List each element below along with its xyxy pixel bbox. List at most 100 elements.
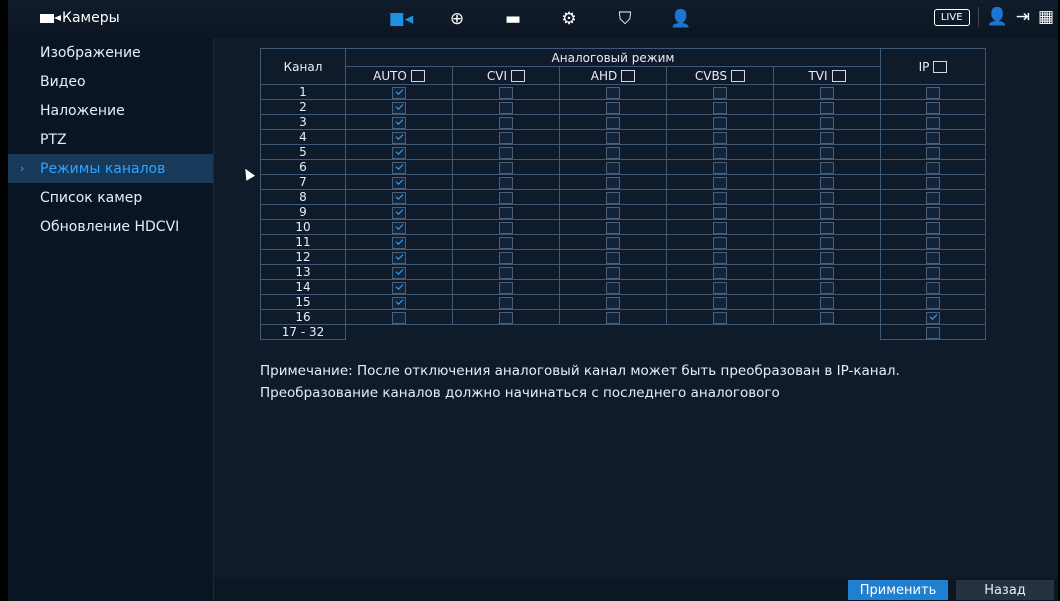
mode-checkbox[interactable] [499,206,513,219]
mode-select-all-checkbox[interactable] [731,70,746,82]
mode-checkbox[interactable] [820,221,834,234]
mode-checkbox[interactable] [820,101,834,114]
live-button[interactable]: LIVE [933,8,970,26]
sidebar-item-overlay[interactable]: Наложение [8,96,213,125]
mode-checkbox[interactable] [713,311,727,324]
mode-checkbox[interactable] [926,116,940,129]
mode-checkbox[interactable] [926,131,940,144]
mode-checkbox[interactable] [820,311,834,324]
mode-checkbox[interactable] [926,236,940,249]
network-icon[interactable]: ⊕ [440,6,474,32]
mode-checkbox[interactable] [820,281,834,294]
mode-checkbox[interactable] [926,191,940,204]
mode-checkbox[interactable] [499,116,513,129]
mode-checkbox[interactable] [820,296,834,309]
storage-icon[interactable]: ▬ [496,6,530,32]
mode-checkbox[interactable] [926,266,940,279]
mode-checkbox[interactable] [713,251,727,264]
mode-checkbox[interactable] [392,296,406,309]
mode-checkbox[interactable] [713,146,727,159]
camera-icon[interactable]: ■◂ [384,6,418,32]
mode-checkbox[interactable] [499,146,513,159]
mode-checkbox[interactable] [499,131,513,144]
mode-checkbox[interactable] [926,101,940,114]
mode-checkbox[interactable] [820,176,834,189]
mode-checkbox[interactable] [926,86,940,99]
mode-checkbox[interactable] [606,311,620,324]
mode-checkbox[interactable] [499,86,513,99]
sidebar-item-channel-modes[interactable]: › Режимы каналов [8,154,213,183]
mode-checkbox[interactable] [820,131,834,144]
mode-select-all-checkbox[interactable] [511,70,526,82]
mode-checkbox[interactable] [392,206,406,219]
mode-checkbox[interactable] [499,311,513,324]
mode-checkbox[interactable] [713,131,727,144]
mode-checkbox[interactable] [606,116,620,129]
mode-checkbox[interactable] [499,236,513,249]
mode-checkbox[interactable] [926,176,940,189]
mode-checkbox[interactable] [606,236,620,249]
mode-checkbox[interactable] [392,251,406,264]
sidebar-item-camera-list[interactable]: Список камер [8,183,213,212]
mode-checkbox[interactable] [392,116,406,129]
mode-checkbox[interactable] [606,191,620,204]
qr-code-icon[interactable]: ▦ [1038,7,1054,27]
mode-checkbox[interactable] [606,266,620,279]
mode-checkbox[interactable] [392,191,406,204]
mode-checkbox[interactable] [820,251,834,264]
back-button[interactable]: Назад [956,580,1054,600]
mode-checkbox[interactable] [926,326,940,339]
mode-checkbox[interactable] [499,296,513,309]
mode-checkbox[interactable] [926,281,940,294]
mode-checkbox[interactable] [926,146,940,159]
mode-checkbox[interactable] [499,266,513,279]
mode-checkbox[interactable] [820,191,834,204]
mode-checkbox[interactable] [713,266,727,279]
mode-checkbox[interactable] [499,221,513,234]
mode-checkbox[interactable] [713,236,727,249]
mode-checkbox[interactable] [606,101,620,114]
mode-checkbox[interactable] [713,206,727,219]
mode-checkbox[interactable] [392,86,406,99]
mode-checkbox[interactable] [713,296,727,309]
mode-checkbox[interactable] [392,131,406,144]
mode-checkbox[interactable] [713,101,727,114]
sidebar-item-hdcvi-update[interactable]: Обновление HDCVI [8,212,213,241]
mode-checkbox[interactable] [392,176,406,189]
mode-checkbox[interactable] [820,206,834,219]
mode-checkbox[interactable] [606,296,620,309]
user-icon[interactable]: 👤 [987,7,1008,27]
mode-checkbox[interactable] [392,221,406,234]
ip-select-all-checkbox[interactable] [933,61,948,73]
security-icon[interactable]: ⛉ [608,6,642,32]
mode-checkbox[interactable] [820,236,834,249]
apply-button[interactable]: Применить [848,580,948,600]
mode-checkbox[interactable] [606,86,620,99]
mode-checkbox[interactable] [926,206,940,219]
mode-checkbox[interactable] [713,86,727,99]
mode-select-all-checkbox[interactable] [621,70,636,82]
mode-checkbox[interactable] [392,146,406,159]
mode-checkbox[interactable] [820,161,834,174]
mode-checkbox[interactable] [606,176,620,189]
mode-checkbox[interactable] [392,101,406,114]
mode-checkbox[interactable] [606,251,620,264]
mode-checkbox[interactable] [499,161,513,174]
mode-checkbox[interactable] [926,251,940,264]
mode-checkbox[interactable] [606,146,620,159]
mode-select-all-checkbox[interactable] [831,70,846,82]
mode-checkbox[interactable] [606,221,620,234]
mode-checkbox[interactable] [713,221,727,234]
mode-checkbox[interactable] [499,281,513,294]
mode-checkbox[interactable] [926,296,940,309]
sidebar-item-image[interactable]: Изображение [8,38,213,67]
mode-checkbox[interactable] [713,116,727,129]
mode-checkbox[interactable] [713,176,727,189]
logout-icon[interactable]: ⇥ [1016,7,1030,27]
mode-checkbox[interactable] [392,266,406,279]
mode-checkbox[interactable] [606,206,620,219]
settings-icon[interactable]: ⚙ [552,6,586,32]
mode-checkbox[interactable] [820,86,834,99]
mode-checkbox[interactable] [713,161,727,174]
mode-checkbox[interactable] [499,191,513,204]
